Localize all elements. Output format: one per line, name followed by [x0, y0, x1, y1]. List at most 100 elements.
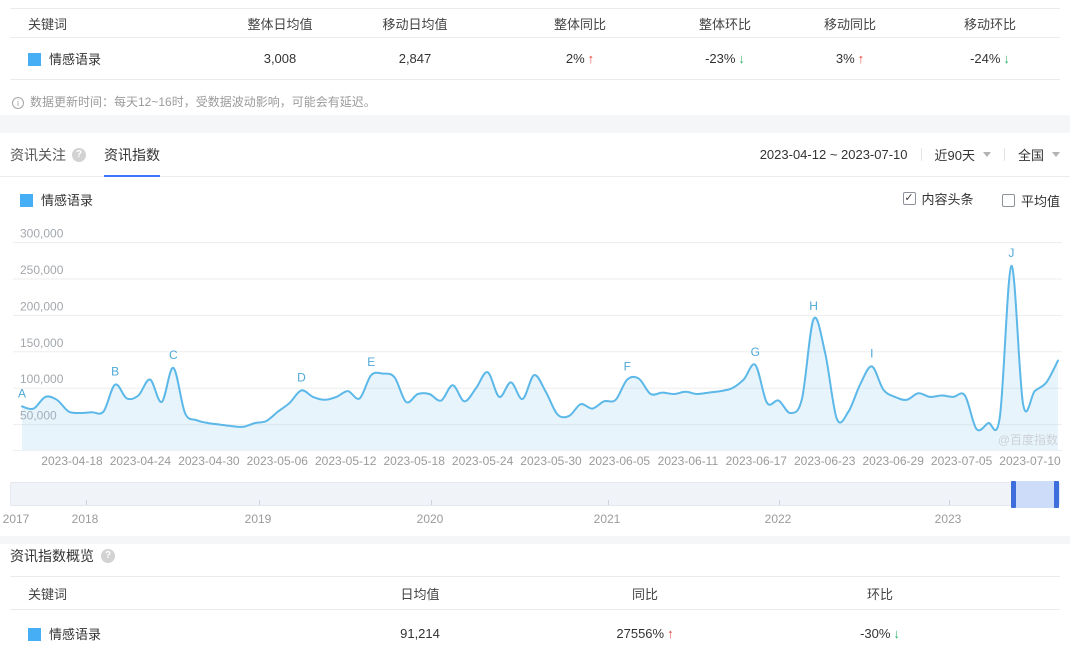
- x-axis-labels: 2023-04-18 2023-04-24 2023-04-30 2023-05-06…: [0, 454, 1070, 470]
- chart-checkboxes: ✓ 内容头条 平均值: [879, 188, 1060, 211]
- chevron-down-icon: [982, 152, 991, 157]
- legend-item: 情感语录: [10, 190, 93, 209]
- overview-table-header: 关键词 日均值 同比 环比: [10, 576, 1060, 610]
- date-range-label: 2023-04-12 ~ 2023-07-10: [759, 147, 908, 162]
- x-axis-tick-label: 2023-05-18: [383, 454, 445, 468]
- up-arrow-icon: ↑: [857, 51, 865, 66]
- overall-daily-avg-value: 3,008: [263, 51, 297, 66]
- x-axis-tick-label: 2023-04-24: [109, 454, 172, 468]
- divider: [920, 148, 922, 161]
- x-axis-tick-label: 2023-06-17: [725, 454, 787, 468]
- timeline-year-label: 2017: [2, 512, 30, 526]
- x-axis-tick-label: 2023-04-18: [41, 454, 103, 468]
- timeline-year-labels: 2017 2018 2019 2020 2021 2022 2023: [3, 512, 1060, 528]
- x-axis-tick-label: 2023-05-06: [246, 454, 308, 468]
- mobile-daily-avg-value: 2,847: [398, 51, 432, 66]
- timeline-handle-left[interactable]: [1011, 481, 1016, 508]
- region-selector-dropdown[interactable]: 全国: [1018, 145, 1060, 164]
- legend-row: 情感语录 ✓ 内容头条 平均值: [0, 189, 1070, 209]
- daily-avg-value: 91,214: [400, 625, 440, 641]
- chart-marker-D: D: [297, 370, 306, 384]
- keyword-label: 情感语录: [49, 626, 102, 642]
- keyword-color-swatch: [28, 627, 41, 641]
- range-controls: 2023-04-12 ~ 2023-07-10 近90天 全国: [760, 145, 1060, 164]
- data-update-note: i 数据更新时间：每天12~16时，受数据波动影响，可能会有延迟。: [10, 93, 1060, 110]
- section-title: 资讯指数概览: [10, 548, 94, 564]
- chevron-down-icon: [1052, 152, 1060, 157]
- help-icon[interactable]: ?: [72, 147, 86, 162]
- table-row: 情感语录 3,008 2,847 2% ↑ -23% ↓ 3% ↑ -24% ↓: [10, 38, 1060, 80]
- timeline-year-label: 2019: [244, 512, 272, 526]
- column-header-daily-avg: 日均值: [400, 586, 440, 602]
- up-arrow-icon: ↑: [667, 625, 674, 641]
- checkbox-content-headlines[interactable]: ✓ 内容头条: [902, 189, 974, 208]
- overview-section: 资讯指数概览 ? 关键词 日均值 同比 环比 情感语录 91,214 27556…: [10, 546, 1060, 656]
- timeline-tick: [949, 500, 950, 505]
- divider: [1003, 148, 1005, 161]
- chart-marker-I: I: [870, 346, 873, 360]
- checkbox-label: 平均值: [1020, 194, 1060, 210]
- period-selector-dropdown[interactable]: 近90天: [935, 145, 991, 164]
- column-header-overall-daily-avg: 整体日均值: [247, 16, 313, 32]
- column-header-mobile-mom: 移动环比: [963, 16, 1016, 32]
- mobile-mom-value: -24% ↓: [970, 51, 1010, 66]
- timeline-tick: [608, 500, 609, 505]
- trend-chart-svg: 50,000100,000150,000200,000250,000300,00…: [13, 227, 1062, 451]
- chart-marker-F: F: [624, 360, 631, 374]
- timeline-selection[interactable]: [1011, 481, 1059, 508]
- timeline-tick: [431, 500, 432, 505]
- column-header-mobile-yoy: 移动同比: [823, 16, 876, 32]
- timeline-year-label: 2018: [71, 512, 99, 526]
- chart-marker-G: G: [751, 345, 760, 359]
- y-axis-tick-label: 150,000: [20, 336, 64, 350]
- down-arrow-icon: ↓: [1003, 51, 1010, 66]
- chart-marker-B: B: [111, 365, 119, 379]
- keyword-cell: 情感语录: [10, 624, 250, 643]
- summary-table-header: 关键词 整体日均值 移动日均值 整体同比 整体环比 移动同比 移动环比: [10, 8, 1060, 38]
- tab-news-index[interactable]: 资讯指数: [104, 133, 160, 177]
- y-axis-tick-label: 200,000: [20, 299, 64, 313]
- chart-marker-C: C: [169, 348, 178, 362]
- tab-label: 资讯指数: [104, 146, 160, 163]
- x-axis-tick-label: 2023-05-30: [520, 454, 582, 468]
- x-axis-tick-label: 2023-06-29: [862, 454, 924, 468]
- info-icon: i: [12, 97, 24, 109]
- help-icon[interactable]: ?: [101, 549, 115, 563]
- mom-value: -30% ↓: [860, 625, 900, 641]
- checkbox-box[interactable]: ✓: [902, 191, 916, 205]
- chart-marker-H: H: [809, 299, 818, 313]
- column-header-mom: 环比: [866, 586, 893, 602]
- down-arrow-icon: ↓: [893, 625, 900, 641]
- x-axis-tick-label: 2023-06-11: [657, 454, 719, 468]
- x-axis-tick-label: 2023-05-12: [314, 454, 377, 468]
- timeline-year-label: 2022: [764, 512, 792, 526]
- tab-news-attention[interactable]: 资讯关注 ?: [10, 133, 86, 176]
- x-axis-tick-label: 2023-04-30: [178, 454, 240, 468]
- tab-label: 资讯关注: [10, 146, 66, 163]
- check-icon: ✓: [904, 191, 914, 204]
- timeline-tick: [259, 500, 260, 505]
- checkbox-average[interactable]: 平均值: [1001, 191, 1060, 210]
- tabs-row: 资讯关注 ? 资讯指数 2023-04-12 ~ 2023-07-10 近90天…: [0, 133, 1070, 177]
- overall-yoy-value: 2% ↑: [565, 51, 595, 66]
- checkbox-label: 内容头条: [921, 191, 974, 207]
- overall-mom-value: -23% ↓: [705, 51, 745, 66]
- x-axis-tick-label: 2023-07-10: [999, 454, 1061, 468]
- column-header-yoy: 同比: [631, 586, 658, 602]
- timeline-handle-right[interactable]: [1054, 481, 1059, 508]
- x-axis-tick-label: 2023-05-24: [451, 454, 514, 468]
- summary-table-section: 关键词 整体日均值 移动日均值 整体同比 整体环比 移动同比 移动环比 情感语录…: [10, 8, 1060, 110]
- chart-marker-E: E: [367, 355, 375, 369]
- y-axis-tick-label: 250,000: [20, 263, 64, 277]
- down-arrow-icon: ↓: [738, 51, 745, 66]
- keyword-cell: 情感语录: [10, 49, 220, 68]
- timeline-track[interactable]: [10, 481, 1060, 508]
- note-text: 数据更新时间：每天12~16时，受数据波动影响，可能会有延迟。: [30, 95, 376, 109]
- active-tab-underline: [104, 175, 160, 177]
- y-axis-tick-label: 100,000: [20, 372, 64, 386]
- x-axis-tick-label: 2023-06-05: [588, 454, 651, 468]
- section-divider: [0, 536, 1070, 544]
- mobile-yoy-value: 3% ↑: [835, 51, 865, 66]
- up-arrow-icon: ↑: [587, 51, 595, 66]
- checkbox-box[interactable]: [1001, 194, 1015, 208]
